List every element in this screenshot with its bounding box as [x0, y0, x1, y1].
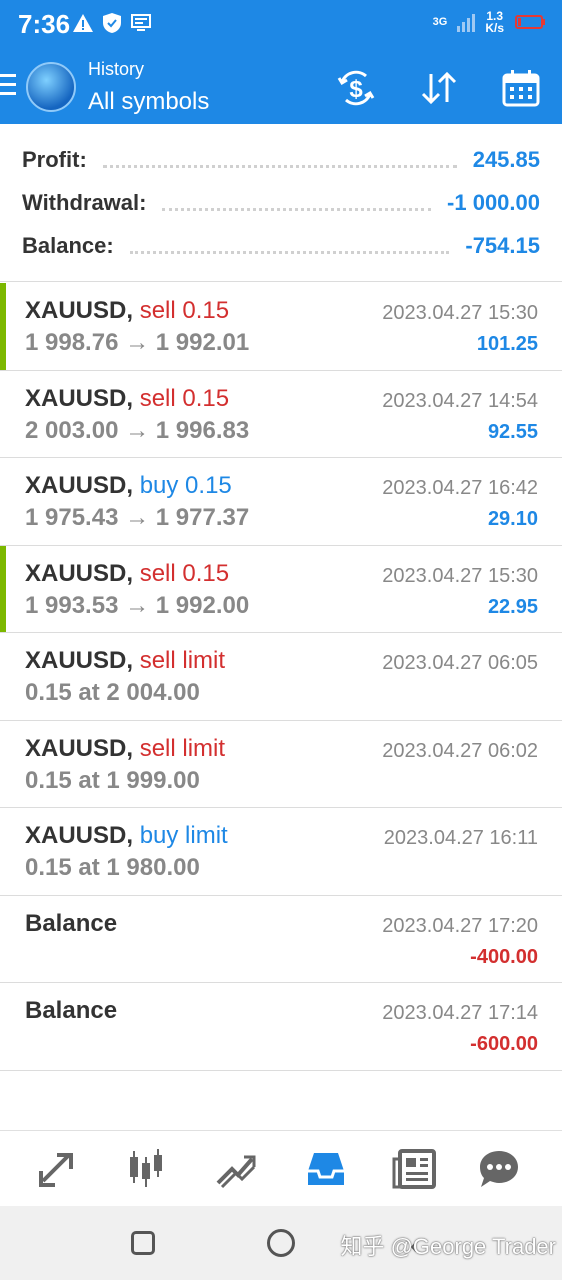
system-nav-bar: ‹ 知乎 @George Trader [0, 1206, 562, 1280]
balance-label: Balance: [22, 233, 114, 258]
item-detail: 1 975.43 → 1 977.37 [25, 504, 250, 531]
item-detail: 1 998.76 → 1 992.01 [25, 329, 250, 356]
item-profit: 92.55 [487, 420, 538, 443]
recents-button[interactable] [131, 1231, 155, 1255]
bottom-nav [0, 1130, 562, 1206]
currency-exchange-icon[interactable]: $ [336, 68, 376, 108]
trade-icon[interactable] [212, 1145, 260, 1193]
item-time: 2023.04.27 14:54 [382, 389, 538, 412]
item-profit: 22.95 [487, 595, 538, 618]
item-symbol: XAUUSD, [25, 647, 134, 674]
app-logo[interactable] [26, 62, 76, 112]
list-item[interactable]: XAUUSD, buy 0.15 1 975.43 → 1 977.37 202… [0, 458, 562, 546]
item-time: 2023.04.27 15:30 [382, 302, 538, 324]
withdrawal-label: Withdrawal: [22, 190, 147, 215]
item-detail: 0.15 at 1 999.00 [25, 766, 200, 794]
dotted-leader [162, 207, 432, 211]
list-item[interactable]: XAUUSD, sell 0.15 2 003.00 → 1 996.83 20… [0, 371, 562, 458]
shield-icon [103, 13, 121, 33]
list-item[interactable]: Balance 2023.04.27 17:20 -400.00 [0, 896, 562, 983]
item-type: sell 0.15 [139, 559, 230, 587]
watermark: 知乎 @George Trader [340, 1234, 556, 1259]
item-profit: 29.10 [487, 508, 538, 530]
item-profit: 101.25 [476, 333, 538, 355]
news-icon[interactable] [392, 1145, 440, 1193]
page-subtitle: History [88, 59, 145, 79]
item-detail: 0.15 at 2 004.00 [25, 679, 200, 706]
list-item[interactable]: XAUUSD, sell limit 0.15 at 1 999.00 2023… [0, 721, 562, 808]
app-bar: History All symbols $ [0, 50, 562, 124]
item-time: 2023.04.27 06:02 [382, 739, 538, 762]
page-title[interactable]: All symbols [88, 88, 209, 116]
item-time: 2023.04.27 17:14 [382, 1002, 538, 1024]
network-type: 3G [432, 16, 448, 28]
history-list: XAUUSD, sell 0.15 1 998.76 → 1 992.01 20… [0, 283, 562, 1071]
item-detail: 0.15 at 1 980.00 [25, 854, 200, 881]
withdrawal-value: -1 000.00 [447, 190, 540, 215]
account-summary: Profit: 245.85 Withdrawal: -1 000.00 Bal… [0, 124, 562, 282]
item-symbol: XAUUSD, [25, 559, 134, 587]
item-profit: -600.00 [470, 1033, 538, 1055]
item-time: 2023.04.27 16:42 [382, 477, 538, 499]
item-symbol: Balance [25, 997, 118, 1024]
battery-low-icon [515, 15, 545, 29]
balance-row: Balance: -754.15 [22, 226, 540, 266]
signal-icon [457, 14, 476, 32]
item-symbol: Balance [25, 909, 118, 937]
item-symbol: XAUUSD, [25, 384, 134, 412]
item-time: 2023.04.27 06:05 [382, 652, 538, 674]
net-speed: 1.3 K/s [485, 9, 504, 35]
calendar-icon[interactable] [501, 68, 541, 108]
item-symbol: XAUUSD, [25, 734, 134, 762]
chart-icon[interactable] [122, 1145, 170, 1193]
status-time: 7:36 [18, 9, 71, 39]
status-icons-right: 3G 1.3 K/s [433, 10, 546, 34]
home-button[interactable] [267, 1229, 295, 1257]
closed-marker [0, 545, 6, 632]
status-icons-left [72, 12, 152, 34]
status-bar: 7:36 3G 1.3 K/s [0, 0, 562, 50]
list-item[interactable]: XAUUSD, sell 0.15 1 998.76 → 1 992.01 20… [0, 283, 562, 371]
profit-value: 245.85 [472, 147, 540, 172]
profit-label: Profit: [22, 147, 87, 172]
item-type: sell limit [139, 734, 226, 762]
item-symbol: XAUUSD, [25, 822, 134, 849]
list-item[interactable]: Balance 2023.04.27 17:14 -600.00 [0, 983, 562, 1071]
sort-icon[interactable] [419, 68, 459, 108]
profit-row: Profit: 245.85 [22, 140, 540, 180]
quotes-icon[interactable] [33, 1145, 81, 1193]
closed-marker [0, 283, 6, 370]
list-item[interactable]: XAUUSD, sell limit 0.15 at 2 004.00 2023… [0, 633, 562, 721]
item-time: 2023.04.27 15:30 [382, 564, 538, 587]
item-time: 2023.04.27 16:11 [383, 827, 538, 849]
dotted-leader [129, 250, 450, 254]
chat-icon[interactable] [475, 1145, 523, 1193]
list-item[interactable]: XAUUSD, buy limit 0.15 at 1 980.00 2023.… [0, 808, 562, 896]
item-type: sell limit [139, 647, 226, 674]
item-type: buy 0.15 [139, 472, 232, 499]
dotted-leader [102, 164, 457, 168]
withdrawal-row: Withdrawal: -1 000.00 [22, 183, 540, 223]
menu-icon[interactable] [0, 74, 16, 98]
item-symbol: XAUUSD, [25, 297, 134, 324]
item-profit: -400.00 [470, 945, 538, 968]
balance-value: -754.15 [465, 233, 540, 258]
item-type: sell 0.15 [139, 297, 230, 324]
item-type: sell 0.15 [139, 384, 230, 412]
monitor-icon [131, 14, 151, 31]
svg-text:$: $ [349, 76, 363, 103]
item-type: buy limit [139, 822, 228, 849]
list-item[interactable]: XAUUSD, sell 0.15 1 993.53 → 1 992.00 20… [0, 545, 562, 633]
item-detail: 2 003.00 → 1 996.83 [25, 416, 250, 444]
history-icon[interactable] [302, 1145, 350, 1193]
warning-icon [73, 14, 93, 32]
item-detail: 1 993.53 → 1 992.00 [25, 591, 250, 619]
item-symbol: XAUUSD, [25, 472, 134, 499]
item-time: 2023.04.27 17:20 [382, 914, 538, 937]
